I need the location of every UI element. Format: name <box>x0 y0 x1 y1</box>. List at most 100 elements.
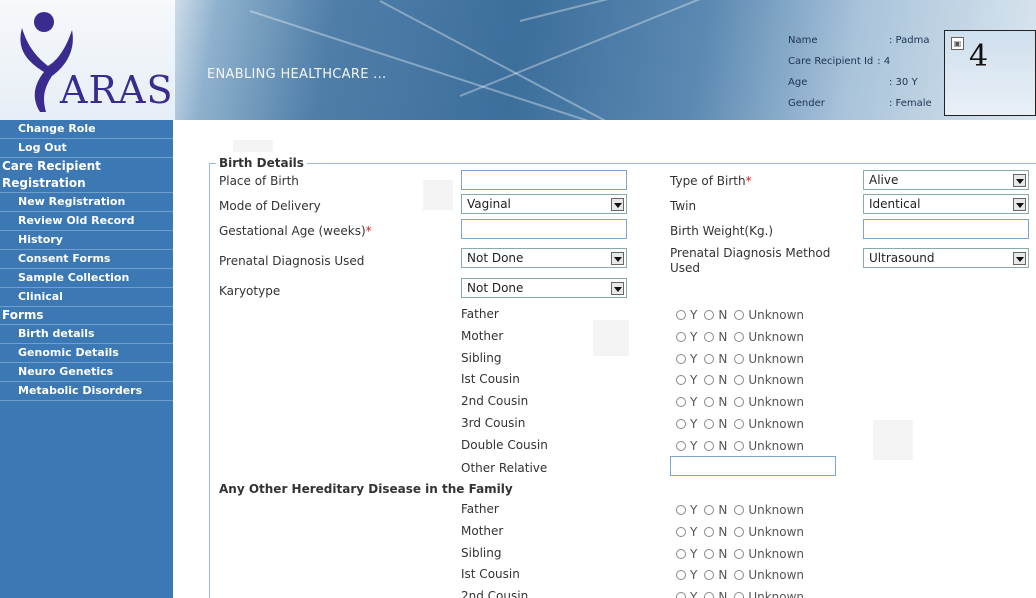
app-header: ARAS ENABLING HEALTHCARE ... Name: Padma… <box>0 0 1036 120</box>
sidebar-item-new-registration[interactable]: New Registration <box>0 193 173 212</box>
header-decoration <box>519 0 928 22</box>
sidebar-item-neuro-genetics[interactable]: Neuro Genetics <box>0 363 173 382</box>
prenatal-diagnosis-used-select[interactable]: Not Done <box>461 248 627 268</box>
radio-unknown[interactable] <box>734 526 745 537</box>
place-of-birth-label: Place of Birth <box>219 174 299 188</box>
sidebar-item-change-role[interactable]: Change Role <box>0 120 173 139</box>
relative-radio-group: Y N Unknown <box>676 590 811 598</box>
mode-of-delivery-select[interactable]: Vaginal <box>461 194 627 214</box>
radio-n[interactable] <box>704 375 715 386</box>
relative-label: Sibling <box>461 545 502 560</box>
sidebar-item-metabolic-disorders[interactable]: Metabolic Disorders <box>0 382 173 401</box>
logo-text: ARAS <box>60 68 174 112</box>
radio-n[interactable] <box>704 570 715 581</box>
radio-y-label: Y <box>690 438 698 453</box>
other-relative-input[interactable] <box>670 456 836 476</box>
prenatal-method-select[interactable]: Ultrasound <box>863 248 1029 268</box>
patient-field-value: : Female <box>889 98 932 109</box>
radio-unknown[interactable] <box>734 375 745 386</box>
chevron-down-icon <box>1013 198 1026 211</box>
radio-unknown[interactable] <box>734 397 745 408</box>
sidebar-heading-care-recipient: Care Recipient Registration <box>0 158 173 193</box>
radio-y[interactable] <box>676 526 686 537</box>
gestational-age-input[interactable] <box>461 219 627 239</box>
patient-photo-id: 4 <box>969 39 989 74</box>
radio-y[interactable] <box>676 375 686 386</box>
sidebar-item-genomic-details[interactable]: Genomic Details <box>0 344 173 363</box>
sidebar-item-clinical[interactable]: Clinical <box>0 288 173 307</box>
label-line-1: Prenatal Diagnosis Method <box>670 246 831 260</box>
radio-unknown-label: Unknown <box>748 417 805 431</box>
sidebar-item-history[interactable]: History <box>0 231 173 250</box>
relative-radio-group: Y N Unknown <box>676 308 811 322</box>
patient-field-label: Age <box>788 77 808 88</box>
patient-name-row: Name: Padma <box>788 30 932 51</box>
relative-radio-group: Y N Unknown <box>676 547 811 561</box>
radio-unknown[interactable] <box>734 440 745 451</box>
radio-y[interactable] <box>676 440 686 451</box>
radio-y[interactable] <box>676 419 686 429</box>
radio-y-label: Y <box>690 395 698 410</box>
relative-label: Father <box>461 502 499 516</box>
radio-unknown[interactable] <box>734 419 745 429</box>
sidebar-item-consent-forms[interactable]: Consent Forms <box>0 250 173 269</box>
sidebar-item-review-old-record[interactable]: Review Old Record <box>0 212 173 231</box>
type-of-birth-select[interactable]: Alive <box>863 170 1029 190</box>
radio-unknown-label: Unknown <box>748 351 805 366</box>
relative-label: Mother <box>461 328 504 343</box>
radio-unknown[interactable] <box>734 310 745 320</box>
radio-y[interactable] <box>676 570 686 581</box>
sidebar-item-sample-collection[interactable]: Sample Collection <box>0 269 173 288</box>
patient-field-value: : 30 Y <box>889 77 918 88</box>
radio-unknown[interactable] <box>734 592 745 598</box>
relative-label: 2nd Cousin <box>461 394 529 409</box>
radio-unknown[interactable] <box>734 353 745 364</box>
radio-y[interactable] <box>676 397 686 408</box>
place-of-birth-input[interactable] <box>461 170 627 190</box>
relative-radio-group: Y N Unknown <box>676 373 811 387</box>
radio-unknown[interactable] <box>734 505 745 515</box>
radio-y-label: Y <box>690 568 698 583</box>
radio-y-label: Y <box>690 308 698 322</box>
relative-label: Sibling <box>461 350 502 365</box>
radio-unknown[interactable] <box>734 570 745 581</box>
radio-n[interactable] <box>704 331 715 342</box>
relative-label: Double Cousin <box>461 437 548 452</box>
patient-id-row: Care Recipient Id: 4 <box>788 51 932 72</box>
radio-unknown-label: Unknown <box>748 373 805 388</box>
twin-select[interactable]: Identical <box>863 194 1029 214</box>
karyotype-select[interactable]: Not Done <box>461 278 627 298</box>
radio-n[interactable] <box>704 505 715 515</box>
selected-value: Vaginal <box>467 197 511 211</box>
radio-n[interactable] <box>704 592 715 598</box>
patient-field-label: Gender <box>788 98 825 109</box>
sidebar-item-log-out[interactable]: Log Out <box>0 139 173 158</box>
radio-n[interactable] <box>704 419 715 429</box>
hereditary-disease-heading: Any Other Hereditary Disease in the Fami… <box>219 482 513 496</box>
prenatal-method-label: Prenatal Diagnosis Method Used <box>670 246 830 276</box>
radio-y[interactable] <box>676 592 686 598</box>
radio-y[interactable] <box>676 548 686 559</box>
other-relative-label: Other Relative <box>461 461 548 475</box>
type-of-birth-label: Type of Birth* <box>670 174 752 188</box>
patient-field-label: Name <box>788 35 818 46</box>
sidebar-item-birth-details[interactable]: Birth details <box>0 325 173 344</box>
radio-unknown[interactable] <box>734 548 745 559</box>
radio-y[interactable] <box>676 353 686 364</box>
radio-n[interactable] <box>704 353 715 364</box>
radio-n[interactable] <box>704 440 715 451</box>
selected-value: Not Done <box>467 281 524 295</box>
radio-n[interactable] <box>704 310 715 320</box>
main-content: Birth Details Place of Birth Mode of Del… <box>173 120 1036 598</box>
relative-label: Ist Cousin <box>461 567 520 582</box>
radio-unknown[interactable] <box>734 331 745 342</box>
radio-n[interactable] <box>704 397 715 408</box>
radio-n[interactable] <box>704 526 715 537</box>
relative-radio-group: Y N Unknown <box>676 330 811 344</box>
radio-y[interactable] <box>676 505 686 515</box>
chevron-down-icon <box>611 282 624 295</box>
radio-n[interactable] <box>704 548 715 559</box>
radio-y[interactable] <box>676 310 686 320</box>
radio-y[interactable] <box>676 331 686 342</box>
birth-weight-input[interactable] <box>863 219 1029 239</box>
